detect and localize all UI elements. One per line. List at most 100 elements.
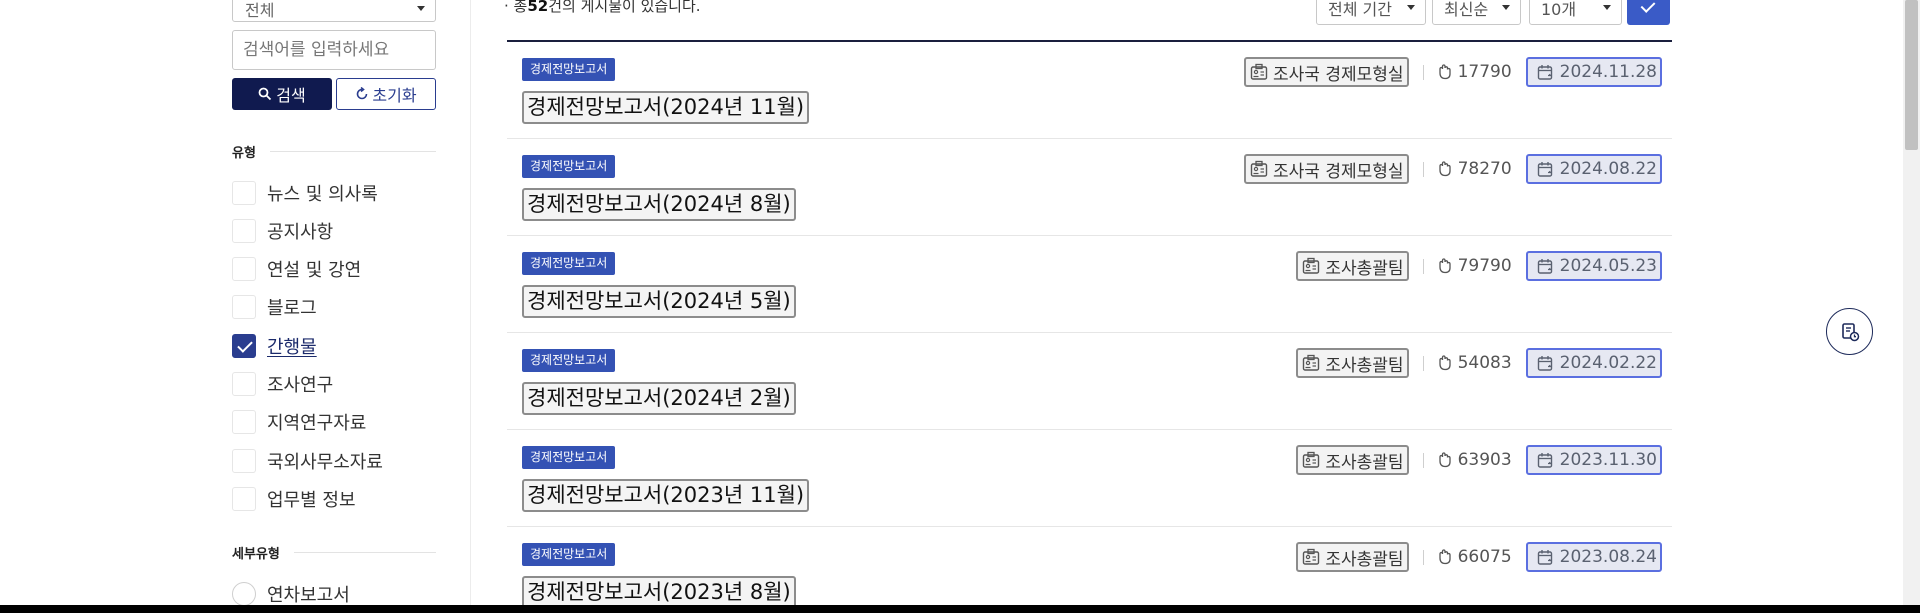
- subtype-option-label: 연차보고서: [267, 585, 350, 606]
- view-count: 17790: [1438, 62, 1512, 82]
- chevron-down-icon: [1603, 5, 1611, 10]
- views-icon: [1438, 452, 1451, 468]
- checkbox[interactable]: [232, 372, 256, 396]
- page-size-select[interactable]: 10개: [1529, 0, 1622, 25]
- type-option[interactable]: 뉴스 및 의사록: [232, 179, 378, 207]
- checkbox[interactable]: [232, 410, 256, 434]
- bottom-bar: [0, 605, 1920, 613]
- type-option[interactable]: 블로그: [232, 293, 317, 321]
- scrollbar-thumb[interactable]: [1905, 0, 1918, 150]
- type-option-label: 블로그: [267, 298, 317, 319]
- subtype-section-header: 세부유형: [232, 543, 436, 562]
- view-count: 79790: [1438, 256, 1512, 276]
- category-badge: 경제전망보고서: [522, 155, 616, 178]
- subtype-option[interactable]: 연차보고서: [232, 580, 350, 608]
- type-option[interactable]: 연설 및 강연: [232, 255, 361, 283]
- view-count-value: 78270: [1457, 159, 1512, 179]
- department-link[interactable]: 조사총괄팀: [1296, 542, 1409, 572]
- post-date[interactable]: 2023.08.24: [1525, 542, 1662, 572]
- view-count-value: 66075: [1457, 547, 1512, 567]
- views-icon: [1438, 161, 1451, 177]
- sort-select[interactable]: 최신순: [1432, 0, 1521, 25]
- chevron-down-icon: [417, 6, 425, 11]
- type-option[interactable]: 공지사항: [232, 217, 333, 245]
- post-meta: 조사국 경제모형실 78270 2024.08.22: [1244, 154, 1662, 184]
- refresh-icon: [357, 87, 368, 100]
- type-option-label: 간행물: [267, 337, 317, 358]
- type-option[interactable]: 조사연구: [232, 370, 333, 398]
- post-meta: 조사총괄팀 63903 2023.11.30: [1296, 445, 1662, 475]
- total-suffix: 건의 게시물이 있습니다.: [548, 0, 701, 15]
- post-title-link[interactable]: 경제전망보고서(2024년 2월): [522, 382, 796, 415]
- total-count: 52: [527, 0, 549, 15]
- post-meta: 조사총괄팀 66075 2023.08.24: [1296, 542, 1662, 572]
- section-divider: [269, 151, 436, 152]
- post-meta: 조사총괄팀 54083 2024.02.22: [1296, 348, 1662, 378]
- post-list: 경제전망보고서 경제전망보고서(2024년 11월) 조사국 경제모형실 17790 2…: [507, 40, 1672, 613]
- type-option[interactable]: 지역연구자료: [232, 408, 366, 436]
- department-icon: [1303, 354, 1320, 371]
- post-row: 경제전망보고서 경제전망보고서(2023년 8월) 조사총괄팀 66075 2023.0…: [507, 527, 1672, 613]
- type-option-label: 조사연구: [267, 375, 334, 396]
- post-title-link[interactable]: 경제전망보고서(2024년 5월): [522, 285, 796, 318]
- type-option-label: 지역연구자료: [267, 413, 367, 434]
- department-link[interactable]: 조사총괄팀: [1296, 348, 1409, 378]
- department-link[interactable]: 조사국 경제모형실: [1244, 154, 1409, 184]
- floating-action-button[interactable]: [1826, 308, 1873, 355]
- sort-value: 최신순: [1444, 0, 1489, 19]
- view-count: 66075: [1438, 547, 1512, 567]
- view-count: 78270: [1438, 159, 1512, 179]
- department-label: 조사총괄팀: [1325, 258, 1404, 279]
- post-date[interactable]: 2024.11.28: [1525, 57, 1662, 87]
- view-count-value: 54083: [1457, 353, 1512, 373]
- reset-button[interactable]: 초기화: [336, 78, 436, 110]
- post-date-value: 2023.11.30: [1559, 450, 1657, 470]
- search-button[interactable]: 검색: [232, 78, 332, 110]
- type-option[interactable]: 국외사무소자료: [232, 447, 383, 475]
- checkbox[interactable]: [232, 257, 256, 281]
- calendar-icon: [1537, 549, 1552, 565]
- section-divider: [293, 552, 436, 553]
- post-date[interactable]: 2024.02.22: [1525, 348, 1662, 378]
- department-link[interactable]: 조사국 경제모형실: [1244, 57, 1409, 87]
- search-button-label: 검색: [276, 86, 306, 105]
- checkbox[interactable]: [232, 181, 256, 205]
- total-prefix: 총: [513, 0, 528, 15]
- checkbox[interactable]: [232, 219, 256, 243]
- department-label: 조사총괄팀: [1325, 549, 1404, 570]
- period-filter-select[interactable]: 전체 기간: [1316, 0, 1426, 25]
- post-title-link[interactable]: 경제전망보고서(2023년 11월): [522, 479, 810, 512]
- department-icon: [1303, 451, 1320, 468]
- search-icon: [258, 87, 272, 101]
- total-count-text: · 총52건의 게시물이 있습니다.: [504, 0, 701, 16]
- department-link[interactable]: 조사총괄팀: [1296, 445, 1409, 475]
- post-row: 경제전망보고서 경제전망보고서(2024년 2월) 조사총괄팀 54083 2024.0…: [507, 333, 1672, 430]
- post-date[interactable]: 2023.11.30: [1525, 445, 1662, 475]
- view-count-value: 79790: [1457, 256, 1512, 276]
- department-icon: [1250, 160, 1268, 177]
- post-date[interactable]: 2024.05.23: [1525, 251, 1662, 281]
- meta-separator: [1422, 452, 1424, 468]
- checkbox[interactable]: [232, 449, 256, 473]
- checkbox[interactable]: [232, 295, 256, 319]
- post-title-link[interactable]: 경제전망보고서(2024년 11월): [522, 91, 810, 124]
- post-title-link[interactable]: 경제전망보고서(2024년 8월): [522, 188, 796, 221]
- checkbox[interactable]: [232, 487, 256, 511]
- category-badge: 경제전망보고서: [522, 252, 616, 275]
- department-link[interactable]: 조사총괄팀: [1296, 251, 1409, 281]
- checkbox[interactable]: [232, 334, 256, 358]
- post-meta: 조사국 경제모형실 17790 2024.11.28: [1244, 57, 1662, 87]
- department-icon: [1250, 63, 1268, 80]
- radio-button[interactable]: [232, 582, 256, 606]
- type-option[interactable]: 업무별 정보: [232, 485, 356, 513]
- sidebar-period-select[interactable]: 전체: [232, 0, 436, 22]
- type-option[interactable]: 간행물: [232, 332, 317, 360]
- views-icon: [1438, 64, 1451, 80]
- search-input[interactable]: [232, 30, 436, 70]
- meta-separator: [1422, 161, 1424, 177]
- period-filter-value: 전체 기간: [1328, 0, 1392, 19]
- department-icon: [1303, 257, 1320, 274]
- apply-filter-button[interactable]: [1627, 0, 1670, 25]
- post-row: 경제전망보고서경제전망보고서(2024년 8월) 조사국 경제모형실 78270 20…: [507, 139, 1672, 236]
- post-date[interactable]: 2024.08.22: [1525, 154, 1662, 184]
